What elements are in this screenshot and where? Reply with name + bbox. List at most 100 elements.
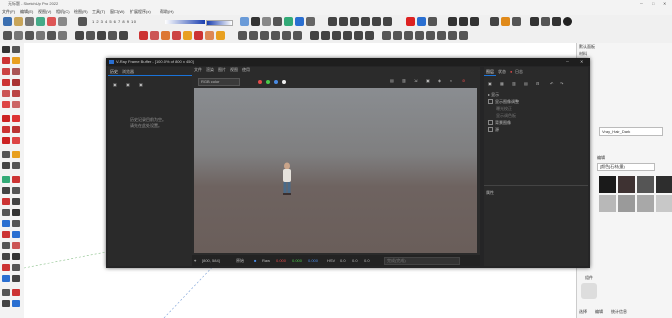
tool-d-icon[interactable] <box>361 17 370 26</box>
green-channel-icon[interactable] <box>266 80 270 84</box>
walk-tool-icon[interactable] <box>2 198 10 205</box>
extra-h-icon[interactable] <box>12 253 20 260</box>
extra-g-icon[interactable] <box>2 253 10 260</box>
tool-p-icon[interactable] <box>552 17 561 26</box>
polygon-tool-icon[interactable] <box>12 90 20 97</box>
solid-b-icon[interactable] <box>321 31 330 40</box>
tool-b-icon[interactable] <box>339 17 348 26</box>
layer-load-icon[interactable]: ▤ <box>524 81 528 86</box>
select-tool-icon[interactable] <box>2 46 10 53</box>
sandbox-b-icon[interactable] <box>249 31 258 40</box>
fog-gradient-slider[interactable] <box>165 20 205 24</box>
iso-icon[interactable] <box>14 31 23 40</box>
material-name-field[interactable]: Vray_Hair_Dark <box>599 127 663 136</box>
orbit-tool-icon[interactable] <box>2 176 10 183</box>
tape-tool-icon[interactable] <box>2 151 10 158</box>
clear-image-icon[interactable]: ▥ <box>402 78 406 83</box>
offset-tool-icon[interactable] <box>12 137 20 144</box>
pushpull-tool-icon[interactable] <box>12 115 20 122</box>
material-category-select[interactable]: [颜色]石材(墨) <box>597 163 655 171</box>
layer-row-palette[interactable]: 显示调色板 <box>496 113 516 119</box>
layer-row-display[interactable]: ▸ 显示 <box>488 92 499 98</box>
region-render-icon[interactable]: ▣ <box>426 78 430 83</box>
sandbox-f-icon[interactable] <box>293 31 302 40</box>
pan-icon[interactable] <box>36 31 45 40</box>
undo-icon[interactable]: ↶ <box>550 81 553 86</box>
vray-fb-icon[interactable] <box>273 17 282 26</box>
eraser-icon[interactable] <box>14 17 23 26</box>
extra-p-icon[interactable] <box>12 300 20 307</box>
vray-light-icon[interactable] <box>284 17 293 26</box>
layer-save-icon[interactable]: ▥ <box>512 81 516 86</box>
material-edit-tab[interactable]: 编辑 <box>597 155 605 161</box>
style-g-icon[interactable] <box>448 31 457 40</box>
protractor-tool-icon[interactable] <box>2 162 10 169</box>
circle-tool-icon[interactable] <box>2 90 10 97</box>
zoom-tool-icon[interactable] <box>2 187 10 194</box>
sandbox-e-icon[interactable] <box>282 31 291 40</box>
tool-red-icon[interactable] <box>406 17 415 26</box>
zoom-extents-icon[interactable] <box>58 31 67 40</box>
freehand-tool-icon[interactable] <box>12 68 20 75</box>
extra-n-icon[interactable] <box>12 289 20 296</box>
material-swatch-4[interactable] <box>656 176 672 193</box>
layer-row-exposure[interactable]: 曝光校正 <box>496 106 512 112</box>
tool-l-icon[interactable] <box>501 17 510 26</box>
pan-tool-icon[interactable] <box>12 176 20 183</box>
layer-delete-icon[interactable]: ⊟ <box>536 81 539 86</box>
stats-tab[interactable]: 状态 <box>498 69 506 75</box>
tool-k-icon[interactable] <box>490 17 499 26</box>
history-save-icon[interactable]: ▣ <box>126 82 130 87</box>
channel-select[interactable]: RGB color <box>198 78 240 86</box>
section-fill-icon[interactable] <box>150 31 159 40</box>
extra-e-icon[interactable] <box>2 242 10 249</box>
log-tab[interactable]: 日志 <box>515 69 523 75</box>
tool-a-icon[interactable] <box>328 17 337 26</box>
save-image-icon[interactable]: ▤ <box>390 78 394 83</box>
home-icon[interactable] <box>36 17 45 26</box>
section-tool-icon[interactable] <box>12 209 20 216</box>
sandbox-d-icon[interactable] <box>271 31 280 40</box>
right-view-icon[interactable] <box>97 31 106 40</box>
vfb-close-icon[interactable]: ✕ <box>580 59 583 64</box>
look-tool-icon[interactable] <box>12 198 20 205</box>
alpha-channel-icon[interactable] <box>282 80 286 84</box>
scale-tool-icon[interactable] <box>2 137 10 144</box>
text-icon[interactable] <box>183 31 192 40</box>
dimension-icon[interactable] <box>194 31 203 40</box>
line-tool-icon[interactable] <box>2 68 10 75</box>
rendered-image[interactable] <box>194 88 477 253</box>
layer-checkbox[interactable] <box>488 99 493 105</box>
position-camera-icon[interactable] <box>2 209 10 216</box>
track-mouse-icon[interactable]: ⇲ <box>414 78 417 83</box>
back-view-icon[interactable] <box>108 31 117 40</box>
vfb-menu-image[interactable]: 图片 <box>218 67 226 73</box>
material-swatch-1[interactable] <box>599 176 616 193</box>
components-tab-select[interactable]: 选择 <box>579 309 587 315</box>
vray-sphere-icon[interactable] <box>295 17 304 26</box>
stop-render-icon[interactable]: ⊘ <box>462 78 465 83</box>
axes-icon[interactable] <box>216 31 225 40</box>
tool-e-icon[interactable] <box>372 17 381 26</box>
rotate-tool-icon[interactable] <box>2 126 10 133</box>
front-view-icon[interactable] <box>86 31 95 40</box>
dimension-tool-icon[interactable] <box>12 162 20 169</box>
blue-channel-icon[interactable] <box>274 80 278 84</box>
layer-checkbox[interactable] <box>488 127 493 133</box>
vray-render-icon[interactable] <box>240 17 249 26</box>
eraser-tool-icon[interactable] <box>12 57 20 64</box>
tool-blue-icon[interactable] <box>417 17 426 26</box>
warehouse-icon[interactable] <box>47 17 56 26</box>
material-swatch-2[interactable] <box>618 176 635 193</box>
vray-asset-icon[interactable] <box>262 17 271 26</box>
sandbox-a-icon[interactable] <box>238 31 247 40</box>
tool-i-icon[interactable] <box>459 17 468 26</box>
extra-d-icon[interactable] <box>12 231 20 238</box>
redo-icon[interactable]: ↷ <box>560 81 563 86</box>
move-tool-icon[interactable] <box>2 115 10 122</box>
components-tab-edit[interactable]: 编辑 <box>595 309 603 315</box>
extra-o-icon[interactable] <box>2 300 10 307</box>
zoom-icon[interactable] <box>47 31 56 40</box>
layer-stack-icon[interactable]: ▦ <box>500 81 504 86</box>
paint-icon[interactable] <box>25 17 34 26</box>
